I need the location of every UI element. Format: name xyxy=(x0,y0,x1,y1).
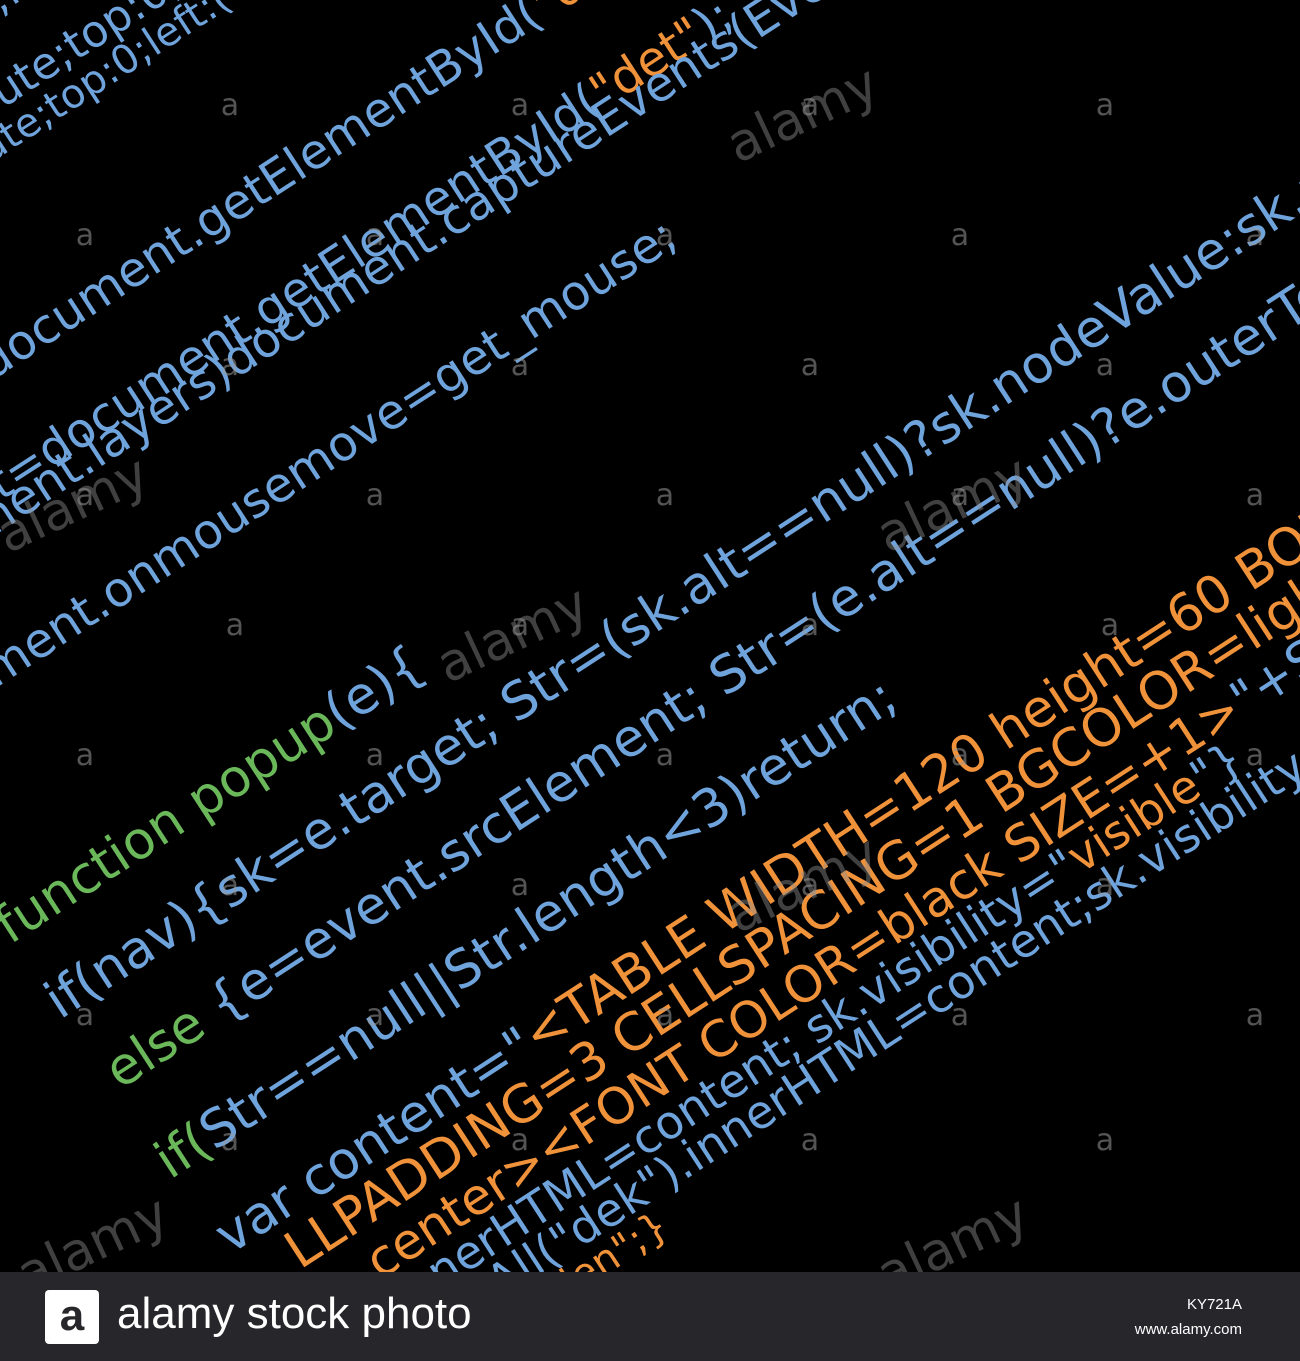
watermark-letter: a xyxy=(656,218,674,253)
watermark-letter: a xyxy=(1096,88,1114,123)
watermark-letter: a xyxy=(221,1123,239,1158)
watermark-letter: a xyxy=(1101,608,1119,643)
watermark-letter: a xyxy=(76,998,94,1033)
watermark-letter: a xyxy=(656,738,674,773)
watermark-letter: a xyxy=(951,218,969,253)
watermark-letter: a xyxy=(801,348,819,383)
watermark-letter: a xyxy=(951,998,969,1033)
watermark-letter: a xyxy=(1246,998,1264,1033)
watermark-word: alamy xyxy=(718,54,888,176)
watermark-letter: a xyxy=(76,218,94,253)
code-illustration: e";left:0olute;top:0;left:lute;top:0;lef… xyxy=(0,0,1300,1272)
alamy-logo-letter: a xyxy=(59,1291,85,1340)
watermark-letter: a xyxy=(76,738,94,773)
watermark-letter: a xyxy=(511,348,529,383)
watermark-letter: a xyxy=(656,478,674,513)
watermark-letter: a xyxy=(1096,348,1114,383)
footer-url: www.alamy.com xyxy=(1134,1321,1242,1338)
watermark-letter: a xyxy=(366,478,384,513)
watermark-letter: a xyxy=(226,608,244,643)
watermark-letter: a xyxy=(951,738,969,773)
footer-bar: a alamy stock photo KY721A www.alamy.com xyxy=(0,1272,1300,1361)
footer-brand: alamy stock photo xyxy=(117,1289,472,1338)
watermark-letter: a xyxy=(1246,738,1264,773)
watermark-letter: a xyxy=(1246,218,1264,253)
watermark-letter: a xyxy=(1096,868,1114,903)
watermark-letter: a xyxy=(801,608,819,643)
code-photo: e";left:0olute;top:0;left:lute;top:0;lef… xyxy=(0,0,1300,1272)
watermark-letter: a xyxy=(221,868,239,903)
watermark-letter: a xyxy=(656,998,674,1033)
watermark-word: alamy xyxy=(8,1184,178,1272)
watermark-letter: a xyxy=(511,868,529,903)
watermark-word: alamy xyxy=(868,1184,1038,1272)
watermark-letter: a xyxy=(366,218,384,253)
watermark-letter: a xyxy=(511,88,529,123)
image-id: KY721A xyxy=(1186,1296,1242,1313)
watermark-letter: a xyxy=(221,88,239,123)
alamy-logo-icon: a xyxy=(45,1290,99,1344)
watermark-letter: a xyxy=(1096,1123,1114,1158)
watermark-letter: a xyxy=(801,1123,819,1158)
watermark-letter: a xyxy=(366,998,384,1033)
watermark-letter: a xyxy=(1246,478,1264,513)
watermark-letter: a xyxy=(366,738,384,773)
watermark-letter: a xyxy=(221,348,239,383)
watermark-letter: a xyxy=(511,1123,529,1158)
